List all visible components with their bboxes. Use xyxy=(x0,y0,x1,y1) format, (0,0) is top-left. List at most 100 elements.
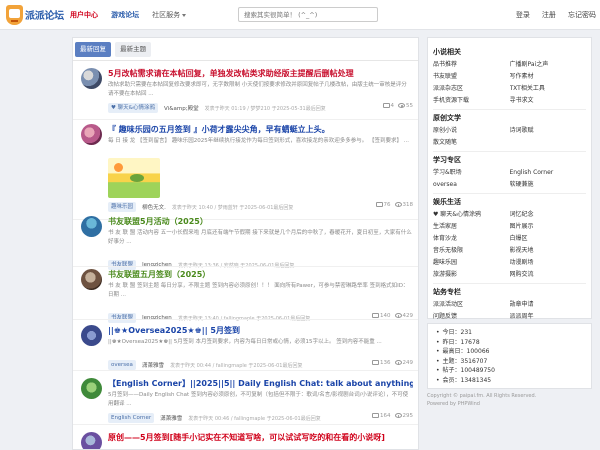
post-title[interactable]: ||♚★Oversea2025★♚|| 5月签到 xyxy=(108,325,413,336)
post-title[interactable]: 『 趣味乐园の五月签到 』小荷才露尖尖角，早有蜻蜓立上头。 xyxy=(108,124,413,135)
post-author[interactable]: lengzichen xyxy=(142,315,172,321)
category-link[interactable]: 手机资源下载 xyxy=(433,95,510,107)
post-author[interactable]: 潇萧雅雪 xyxy=(160,416,182,422)
category-link[interactable]: 问题反馈 xyxy=(433,311,510,323)
post-tag[interactable]: ♥ 聊天&心情涂鸦 xyxy=(108,103,158,113)
category-link[interactable]: ♥ 聊天&心情涂鸦 xyxy=(433,209,510,221)
category-list: 学习&职场 English Corner oversea 软硬兼施 xyxy=(433,167,586,191)
site-logo[interactable]: 派派论坛 xyxy=(6,4,64,26)
category-link[interactable]: 网购交流 xyxy=(510,269,587,281)
category-link[interactable]: 广播剧Pai之声 xyxy=(510,59,587,71)
post-body: 5月改帖需求请在本帖回复，单独发改帖类求助经版主提醒后删帖处理 改帖求助只需要在… xyxy=(108,68,413,114)
stat-yesterday: 昨日：17678 xyxy=(436,338,583,348)
post-stats: 136 249 xyxy=(372,360,413,366)
avatar[interactable] xyxy=(81,68,102,89)
comment-count: 4 xyxy=(390,103,395,109)
category-link[interactable]: 动漫剧场 xyxy=(510,257,587,269)
category-link[interactable]: 诗词歌赋 xyxy=(510,125,587,137)
logo-text: 派派论坛 xyxy=(25,11,64,22)
category-list: 原创小说 诗词歌赋 散文随笔 xyxy=(433,125,586,149)
search-input[interactable] xyxy=(238,7,378,22)
tab-latest-replies[interactable]: 最新回复 xyxy=(75,42,111,57)
divider xyxy=(73,370,418,371)
post-tag[interactable]: 趣味乐园 xyxy=(108,202,137,212)
post-tag[interactable]: English Corner xyxy=(108,413,155,423)
category-link[interactable]: 音乐无极限 xyxy=(433,245,510,257)
category-link[interactable]: 派派活动区 xyxy=(433,299,510,311)
eye-icon xyxy=(394,360,402,365)
category-heading: 站务专栏 xyxy=(433,288,461,296)
category-link[interactable]: 写作素材 xyxy=(510,71,587,83)
post-meta: English Corner 潇萧雅雪 发表于昨天 00:46 / fallin… xyxy=(108,413,413,424)
category-link[interactable]: 学习&职场 xyxy=(433,167,510,179)
post-body: 【English Corner】||2025||5|| Daily Englis… xyxy=(108,378,413,424)
post-author[interactable]: lengzichen xyxy=(142,262,172,268)
divider xyxy=(73,119,418,120)
post-tag[interactable]: oversea xyxy=(108,360,136,370)
post-thumbnail-image[interactable] xyxy=(108,158,160,198)
category-link[interactable]: 生活家居 xyxy=(433,221,510,233)
avatar[interactable] xyxy=(81,432,102,449)
post-title[interactable]: 书友联盟5月活动（2025） xyxy=(108,216,413,227)
forum-stats: 今日：231 昨日：17678 最高日：100066 主题：3516707 帖子… xyxy=(427,323,592,389)
tab-latest-topics[interactable]: 最新主题 xyxy=(115,42,152,57)
category-link[interactable]: oversea xyxy=(433,179,510,191)
post-excerpt: 书 友 联 盟 活动内容 五一小长假来啦 月底还有端午节假期 接下来就是几个月后… xyxy=(108,230,412,245)
post-author[interactable]: Vi&amp;殿堂 xyxy=(164,106,199,112)
category-link[interactable]: 书友联盟 xyxy=(433,71,510,83)
post-body: 『 趣味乐园の五月签到 』小荷才露尖尖角，早有蜻蜓立上头。 每 日 接 龙 【签… xyxy=(108,124,413,213)
divider xyxy=(73,424,418,425)
post-title[interactable]: 5月改帖需求请在本帖回复，单独发改帖类求助经版主提醒后删帖处理 xyxy=(108,68,413,79)
category-link[interactable]: 品书推荐 xyxy=(433,59,510,71)
view-count: 318 xyxy=(402,202,414,208)
category-heading: 学习专区 xyxy=(433,156,461,164)
stat-posts: 帖子：100489750 xyxy=(436,366,583,376)
category-link[interactable]: 散文随笔 xyxy=(433,137,510,149)
avatar[interactable] xyxy=(81,325,102,346)
category-link[interactable]: TXT相关工具 xyxy=(510,83,587,95)
avatar[interactable] xyxy=(81,269,102,290)
category-list: 品书推荐 广播剧Pai之声 书友联盟 写作素材 派派杂志区 TXT相关工具 手机… xyxy=(433,59,586,107)
comment-count: 76 xyxy=(383,202,391,208)
register-link[interactable]: 注册 xyxy=(542,11,556,19)
post-excerpt: 书 友 联 盟 签到主题 每日分享，不限主题 签到内容必须原创！！！ 面向所有P… xyxy=(108,283,409,298)
category-link[interactable]: 图片展示 xyxy=(510,221,587,233)
category-link[interactable]: 派派周年 xyxy=(510,311,587,323)
category-link[interactable]: 勋章申请 xyxy=(510,299,587,311)
category-link[interactable]: 旅游摄影 xyxy=(433,269,510,281)
post-author[interactable]: 柳色无文. xyxy=(142,205,166,211)
forgot-password-link[interactable]: 忘记密码 xyxy=(568,11,596,19)
nav-user-center[interactable]: 用户中心 xyxy=(70,11,98,19)
post-stats: 76 318 xyxy=(375,202,414,208)
nav-game-forum[interactable]: 游戏论坛 xyxy=(111,11,139,19)
category-link[interactable]: 原创小说 xyxy=(433,125,510,137)
comment-icon xyxy=(372,413,379,418)
category-link[interactable]: English Corner xyxy=(510,167,587,179)
category-link[interactable]: 词忆纪念 xyxy=(510,209,587,221)
category-link[interactable]: 软硬兼施 xyxy=(510,179,587,191)
avatar[interactable] xyxy=(81,378,102,399)
post-excerpt: 改帖求助只需要在本帖回复修改要求即可，无字数限制 小天使们按要求修改并原回复帖子… xyxy=(108,82,407,97)
post-stats: 4 55 xyxy=(382,103,413,109)
eye-icon xyxy=(394,413,402,418)
nav-community-services[interactable]: 社区服务 xyxy=(152,11,187,19)
post-title[interactable]: 原创——5月签到[随手小记实在不知道写啥，可以试试写吃的和在看的小说呀] xyxy=(108,432,413,443)
category-link[interactable]: 趣味乐园 xyxy=(433,257,510,269)
post-title[interactable]: 书友联盟五月签到（2025） xyxy=(108,269,413,280)
category-link[interactable]: 影视天地 xyxy=(510,245,587,257)
post-tabs: 最新回复 最新主题 xyxy=(75,42,153,57)
divider xyxy=(433,109,586,110)
category-link[interactable]: 体育沙龙 xyxy=(433,233,510,245)
divider xyxy=(73,266,418,267)
category-link[interactable]: 派派杂志区 xyxy=(433,83,510,95)
post-author[interactable]: 潇萧雅雪 xyxy=(142,363,164,369)
category-list: 派派活动区 勋章申请 问题反馈 派派周年 xyxy=(433,299,586,323)
avatar[interactable] xyxy=(81,216,102,237)
category-link[interactable]: 白爆区 xyxy=(510,233,587,245)
category-link[interactable]: 寻书求文 xyxy=(510,95,587,107)
post-stats: 164 295 xyxy=(372,413,413,419)
login-link[interactable]: 登录 xyxy=(516,11,530,19)
post-tag[interactable]: 书友联盟 xyxy=(108,313,137,323)
avatar[interactable] xyxy=(81,124,102,145)
post-title[interactable]: 【English Corner】||2025||5|| Daily Englis… xyxy=(108,378,413,389)
